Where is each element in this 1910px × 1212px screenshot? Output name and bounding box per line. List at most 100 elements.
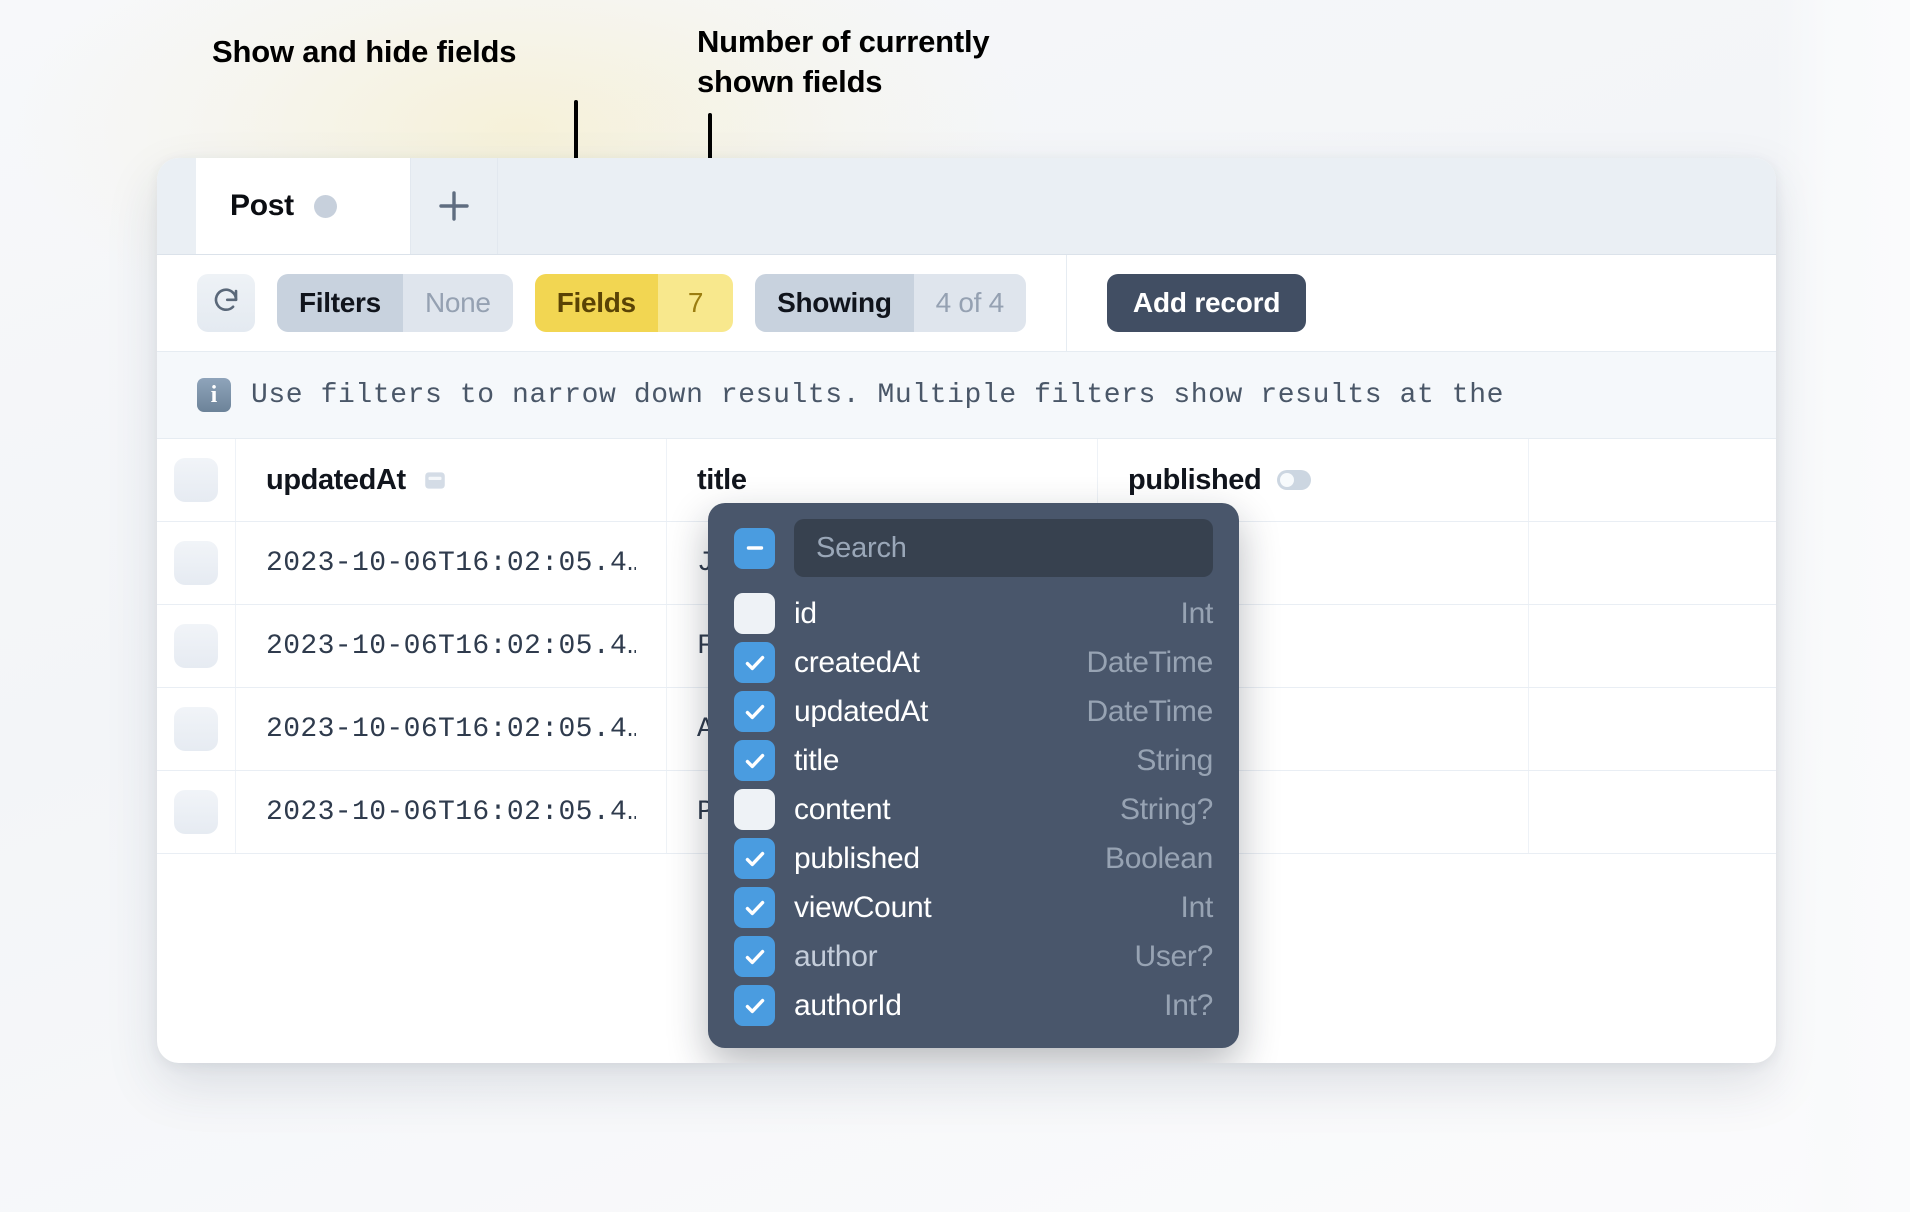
field-checkbox[interactable] — [734, 642, 775, 683]
field-type: Boolean — [1105, 842, 1213, 876]
cell-updatedat-value: 2023-10-06T16:02:05.4… — [266, 797, 636, 828]
cell-updatedat-value: 2023-10-06T16:02:05.4… — [266, 714, 636, 745]
info-icon: i — [197, 378, 231, 412]
field-type: Int — [1181, 891, 1213, 925]
row-select-cell — [157, 605, 236, 687]
field-name: title — [794, 744, 1117, 778]
column-updatedat[interactable]: updatedAt — [236, 439, 667, 521]
tab-bar-gutter — [157, 158, 196, 254]
refresh-button[interactable] — [197, 274, 255, 332]
field-name: updatedAt — [794, 695, 1067, 729]
field-checkbox[interactable] — [734, 985, 775, 1026]
cell-updatedat-value: 2023-10-06T16:02:05.4… — [266, 631, 636, 662]
column-updatedat-label: updatedAt — [266, 464, 406, 497]
field-name: author — [794, 940, 1115, 974]
refresh-icon — [211, 286, 241, 321]
cell-updatedat[interactable]: 2023-10-06T16:02:05.4… — [236, 771, 667, 853]
field-list-item[interactable]: createdAt DateTime — [708, 638, 1239, 687]
column-title-label: title — [697, 464, 747, 497]
add-tab-button[interactable] — [411, 158, 498, 254]
field-type: DateTime — [1086, 646, 1213, 680]
fields-search-placeholder: Search — [816, 532, 907, 565]
field-checkbox[interactable] — [734, 887, 775, 928]
field-type: DateTime — [1086, 695, 1213, 729]
showing-value: 4 of 4 — [914, 274, 1026, 332]
tab-post[interactable]: Post — [196, 158, 411, 254]
info-banner: i Use filters to narrow down results. Mu… — [157, 352, 1776, 439]
filters-button[interactable]: Filters None — [277, 274, 513, 332]
field-list-item[interactable]: authorId Int? — [708, 981, 1239, 1030]
row-select-checkbox[interactable] — [174, 541, 218, 585]
field-list-item[interactable]: updatedAt DateTime — [708, 687, 1239, 736]
fields-dropdown: Search id Int createdAt DateTime updatedAt Da… — [708, 503, 1239, 1048]
fields-button[interactable]: Fields 7 — [535, 274, 733, 332]
cell-updatedat[interactable]: 2023-10-06T16:02:05.4… — [236, 605, 667, 687]
fields-list: id Int createdAt DateTime updatedAt DateTime t… — [708, 589, 1239, 1030]
annotation-show-hide-fields: Show and hide fields — [212, 32, 516, 72]
field-name: authorId — [794, 989, 1145, 1023]
fields-dropdown-header: Search — [708, 519, 1239, 589]
annotation-number-of-fields: Number of currently shown fields — [697, 22, 989, 101]
column-trailing-header — [1529, 439, 1776, 521]
field-type: Int? — [1164, 989, 1213, 1023]
field-checkbox[interactable] — [734, 936, 775, 977]
cell-updatedat-value: 2023-10-06T16:02:05.4… — [266, 548, 636, 579]
field-checkbox[interactable] — [734, 593, 775, 634]
field-name: viewCount — [794, 891, 1162, 925]
row-select-cell — [157, 771, 236, 853]
field-type: String — [1136, 744, 1213, 778]
showing-label: Showing — [755, 274, 914, 332]
field-name: id — [794, 597, 1162, 631]
select-all-cell — [157, 439, 236, 521]
filters-label: Filters — [277, 274, 403, 332]
field-type: User? — [1134, 940, 1213, 974]
toggle-icon — [1277, 470, 1311, 490]
tab-bar: Post — [157, 158, 1776, 255]
field-list-item[interactable]: author User? — [708, 932, 1239, 981]
row-select-checkbox[interactable] — [174, 707, 218, 751]
field-name: createdAt — [794, 646, 1067, 680]
fields-count: 7 — [658, 274, 733, 332]
field-checkbox[interactable] — [734, 838, 775, 879]
filters-value: None — [403, 274, 513, 332]
cell-trailing — [1529, 605, 1776, 687]
toggle-all-fields-checkbox[interactable] — [734, 528, 775, 569]
cell-trailing — [1529, 771, 1776, 853]
row-select-cell — [157, 522, 236, 604]
row-select-checkbox[interactable] — [174, 790, 218, 834]
showing-button[interactable]: Showing 4 of 4 — [755, 274, 1026, 332]
field-type: Int — [1181, 597, 1213, 631]
field-checkbox[interactable] — [734, 740, 775, 781]
tab-bar-empty-space — [498, 158, 1776, 254]
plus-icon — [437, 189, 471, 223]
cell-trailing — [1529, 688, 1776, 770]
add-record-button[interactable]: Add record — [1107, 274, 1306, 332]
fields-label: Fields — [535, 274, 658, 332]
field-list-item[interactable]: content String? — [708, 785, 1239, 834]
field-name: published — [794, 842, 1086, 876]
app-window: Post Filters None Fields 7 — [157, 158, 1776, 1063]
calendar-icon — [422, 467, 448, 493]
cell-updatedat[interactable]: 2023-10-06T16:02:05.4… — [236, 522, 667, 604]
toolbar: Filters None Fields 7 Showing 4 of 4 Add… — [157, 255, 1776, 352]
viewport-right-fade — [1776, 0, 1910, 1212]
cell-trailing — [1529, 522, 1776, 604]
fields-search-input[interactable]: Search — [794, 519, 1213, 577]
cell-updatedat[interactable]: 2023-10-06T16:02:05.4… — [236, 688, 667, 770]
tab-post-label: Post — [230, 189, 294, 223]
field-name: content — [794, 793, 1101, 827]
toolbar-divider — [1066, 255, 1067, 351]
field-checkbox[interactable] — [734, 691, 775, 732]
tab-status-dot-icon — [314, 195, 337, 218]
column-published-label: published — [1128, 464, 1261, 497]
field-list-item[interactable]: id Int — [708, 589, 1239, 638]
field-type: String? — [1120, 793, 1213, 827]
field-checkbox[interactable] — [734, 789, 775, 830]
field-list-item[interactable]: title String — [708, 736, 1239, 785]
info-banner-text: Use filters to narrow down results. Mult… — [251, 380, 1504, 411]
field-list-item[interactable]: published Boolean — [708, 834, 1239, 883]
row-select-checkbox[interactable] — [174, 624, 218, 668]
row-select-cell — [157, 688, 236, 770]
select-all-checkbox[interactable] — [174, 458, 218, 502]
field-list-item[interactable]: viewCount Int — [708, 883, 1239, 932]
